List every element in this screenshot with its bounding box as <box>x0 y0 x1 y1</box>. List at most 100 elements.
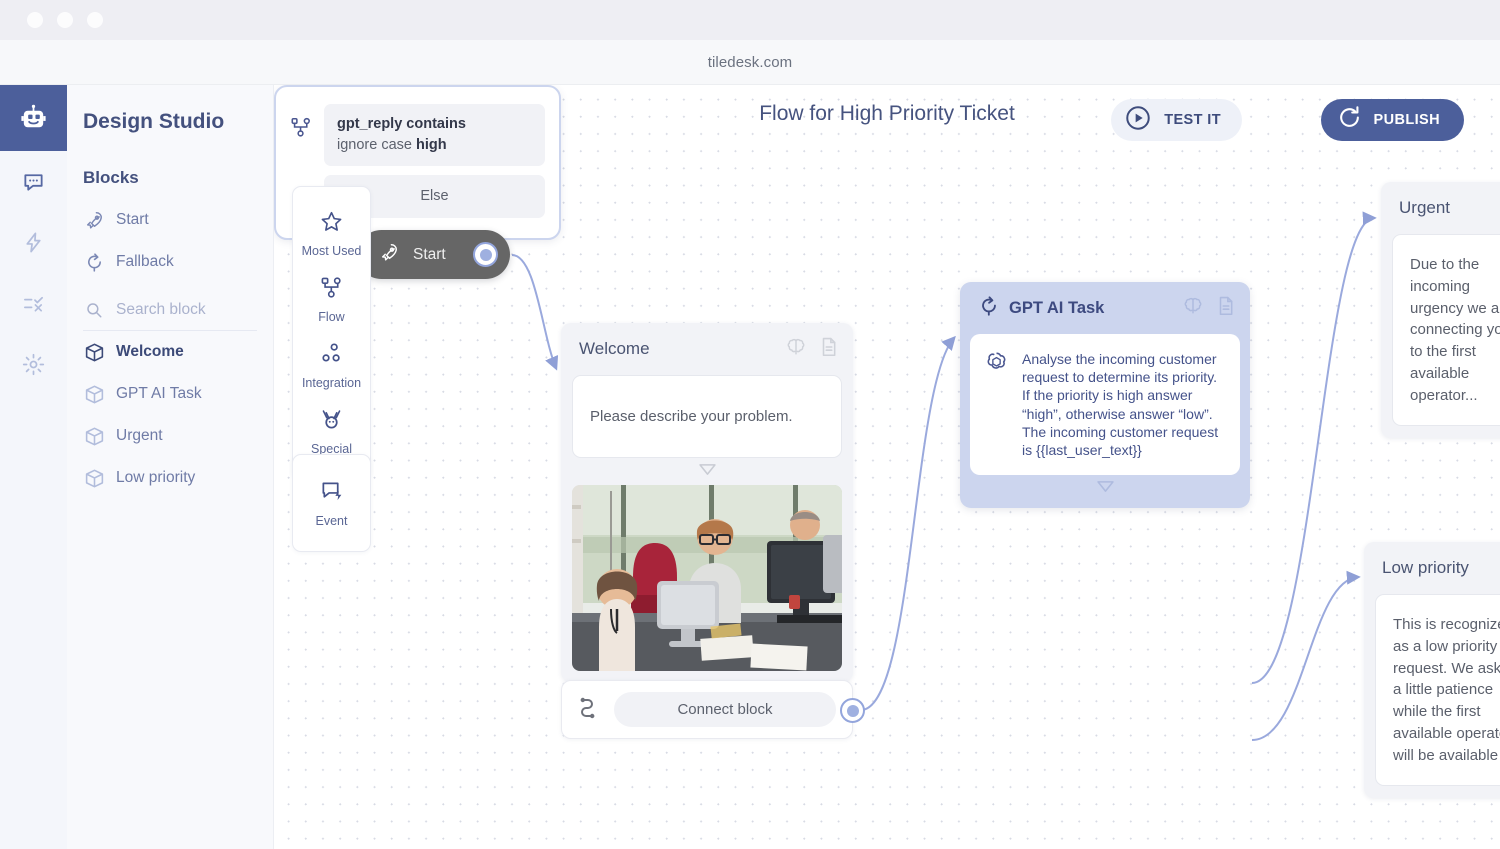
blocks-heading: Blocks <box>67 168 273 188</box>
search-input[interactable] <box>116 301 256 319</box>
publish-button[interactable]: PUBLISH <box>1321 99 1464 141</box>
connect-block-label: Connect block <box>677 701 772 718</box>
maximize-dot[interactable] <box>87 12 103 28</box>
cube-icon <box>83 341 105 363</box>
sidebar-item-gpt-ai-task[interactable]: GPT AI Task <box>67 373 273 415</box>
flow-edges <box>274 85 1500 849</box>
urgent-node-title: Urgent <box>1399 198 1500 218</box>
gpt-node-title: GPT AI Task <box>1009 299 1173 318</box>
collapse-caret-icon[interactable] <box>561 458 853 485</box>
gpt-node-header: GPT AI Task <box>960 282 1250 334</box>
sidebar-item-label: Low priority <box>116 469 195 487</box>
play-circle-icon <box>1124 104 1152 137</box>
start-node-label: Start <box>413 246 446 264</box>
sidebar-item-label: GPT AI Task <box>116 385 202 403</box>
sidebar-item-fallback[interactable]: Fallback <box>67 241 273 283</box>
chat-icon[interactable] <box>0 151 67 212</box>
browser-titlebar <box>0 0 1500 40</box>
collapse-caret-icon[interactable] <box>960 475 1250 502</box>
welcome-node[interactable]: Welcome <box>561 323 853 682</box>
connect-block-button[interactable]: Connect block <box>614 692 836 727</box>
cube-icon <box>83 425 105 447</box>
gear-icon[interactable] <box>0 334 67 395</box>
url-text: tiledesk.com <box>708 54 793 71</box>
palette-item-label: Flow <box>318 310 344 324</box>
palette-item-label: Integration <box>302 376 361 390</box>
blocks-panel: Design Studio Blocks Start <box>67 85 274 849</box>
low-priority-message-text: This is recognized as a low priority req… <box>1393 616 1500 764</box>
flow-branch-icon <box>320 276 343 304</box>
brain-icon[interactable] <box>785 336 807 363</box>
gpt-prompt-text: Analyse the incoming customer request to… <box>1022 350 1226 459</box>
urgent-message-bubble[interactable]: Due to the incoming urgency we are conne… <box>1392 234 1500 426</box>
search-icon <box>83 299 105 321</box>
gpt-ai-task-node[interactable]: GPT AI Task <box>960 282 1250 508</box>
flow-canvas[interactable]: Flow for High Priority Ticket TEST IT <box>274 85 1500 849</box>
refresh-icon <box>1337 105 1362 135</box>
close-dot[interactable] <box>27 12 43 28</box>
palette-item-event[interactable]: Event <box>293 471 370 537</box>
lightning-icon[interactable] <box>0 212 67 273</box>
welcome-message-text: Please describe your problem. <box>590 406 793 428</box>
special-medal-icon <box>320 408 343 436</box>
sidebar-item-label: Urgent <box>116 427 163 445</box>
urgent-node-header: Urgent <box>1381 182 1500 234</box>
connect-block-output-port[interactable] <box>840 698 865 723</box>
palette-item-flow[interactable]: Flow <box>293 267 370 333</box>
start-node[interactable]: Start <box>357 230 510 279</box>
welcome-message-bubble[interactable]: Please describe your problem. <box>572 375 842 458</box>
star-icon <box>320 210 343 238</box>
publish-label: PUBLISH <box>1374 112 1440 128</box>
connect-path-icon <box>578 695 602 724</box>
block-palette: Most Used Flow <box>292 186 371 480</box>
sidebar-item-label: Welcome <box>116 343 184 361</box>
app-shell: Design Studio Blocks Start <box>0 85 1500 849</box>
rocket-icon <box>83 209 105 231</box>
fallback-loop-icon <box>978 295 1000 322</box>
app-title: Design Studio <box>67 99 273 144</box>
icon-rail <box>0 85 67 849</box>
urgent-node[interactable]: Urgent Due to the incoming urgency we ar… <box>1381 182 1500 438</box>
brain-icon[interactable] <box>1182 295 1204 322</box>
sidebar-item-welcome[interactable]: Welcome <box>67 331 273 373</box>
fallback-loop-icon <box>83 251 105 273</box>
connect-block-card[interactable]: Connect block <box>561 680 853 739</box>
sidebar-item-label: Fallback <box>116 253 174 271</box>
sidebar-item-urgent[interactable]: Urgent <box>67 415 273 457</box>
search-block-row[interactable] <box>83 299 257 331</box>
low-priority-node-header: Low priority <box>1364 542 1500 594</box>
low-priority-node[interactable]: Low priority This is recognized as a low… <box>1364 542 1500 798</box>
urgent-message-text: Due to the incoming urgency we are conne… <box>1410 256 1500 404</box>
event-palette: Event <box>292 454 371 552</box>
document-icon[interactable] <box>818 336 840 363</box>
start-output-port[interactable] <box>473 242 498 267</box>
event-bolt-icon <box>320 480 343 508</box>
cube-icon <box>83 383 105 405</box>
activities-icon[interactable] <box>0 273 67 334</box>
palette-item-integration[interactable]: Integration <box>293 333 370 399</box>
test-it-button[interactable]: TEST IT <box>1111 99 1242 141</box>
palette-item-label: Most Used <box>302 244 362 258</box>
sidebar-item-start[interactable]: Start <box>67 199 273 241</box>
page-title: Flow for High Priority Ticket <box>274 102 1500 126</box>
browser-window: tiledesk.com <box>0 0 1500 849</box>
minimize-dot[interactable] <box>57 12 73 28</box>
welcome-node-header: Welcome <box>561 323 853 375</box>
cube-icon <box>83 467 105 489</box>
tiledesk-bot-logo[interactable] <box>0 85 67 151</box>
openai-icon <box>984 350 1009 459</box>
welcome-node-title: Welcome <box>579 339 776 359</box>
integration-nodes-icon <box>320 342 343 370</box>
test-it-label: TEST IT <box>1164 112 1221 128</box>
gpt-prompt-bubble[interactable]: Analyse the incoming customer request to… <box>970 334 1240 475</box>
sidebar-item-low-priority[interactable]: Low priority <box>67 457 273 499</box>
document-icon[interactable] <box>1215 295 1237 322</box>
palette-item-label: Event <box>316 514 348 528</box>
low-priority-message-bubble[interactable]: This is recognized as a low priority req… <box>1375 594 1500 786</box>
low-priority-node-title: Low priority <box>1382 558 1500 578</box>
browser-urlbar[interactable]: tiledesk.com <box>0 40 1500 85</box>
welcome-image[interactable] <box>572 485 842 671</box>
sidebar-item-label: Start <box>116 211 149 229</box>
rocket-icon <box>379 242 400 268</box>
palette-item-most-used[interactable]: Most Used <box>293 201 370 267</box>
